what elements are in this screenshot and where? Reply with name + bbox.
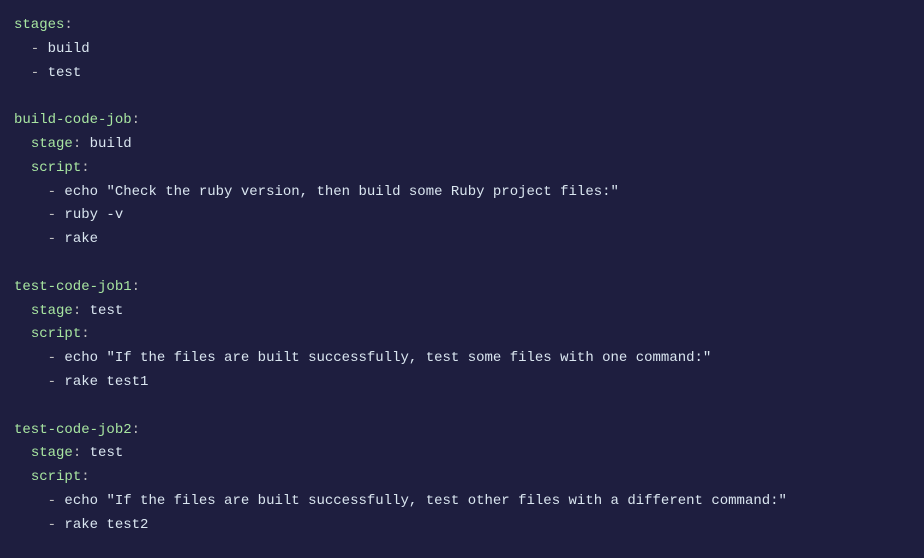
yaml-command: echo <box>64 493 106 509</box>
yaml-value: test <box>90 445 124 461</box>
yaml-colon: : <box>81 160 89 176</box>
yaml-indent <box>14 160 31 176</box>
yaml-value: build <box>48 41 90 57</box>
yaml-string: "If the files are built successfully, te… <box>106 493 787 509</box>
yaml-command: echo <box>64 350 106 366</box>
yaml-key: test-code-job1 <box>14 279 132 295</box>
yaml-string: "If the files are built successfully, te… <box>106 350 711 366</box>
yaml-key: script <box>31 469 81 485</box>
yaml-command: rake test1 <box>64 374 148 390</box>
yaml-list-dash: - <box>14 65 48 81</box>
yaml-key: script <box>31 326 81 342</box>
yaml-list-dash: - <box>14 493 64 509</box>
yaml-list-dash: - <box>14 207 64 223</box>
yaml-indent <box>14 136 31 152</box>
yaml-command: echo <box>64 184 106 200</box>
yaml-list-dash: - <box>14 350 64 366</box>
yaml-colon: : <box>73 445 90 461</box>
yaml-command: rake <box>64 231 98 247</box>
yaml-indent <box>14 326 31 342</box>
yaml-colon: : <box>73 136 90 152</box>
yaml-value: build <box>90 136 132 152</box>
yaml-list-dash: - <box>14 231 64 247</box>
yaml-string: "Check the ruby version, then build some… <box>106 184 618 200</box>
yaml-colon: : <box>132 112 140 128</box>
yaml-list-dash: - <box>14 517 64 533</box>
yaml-key: stages <box>14 17 64 33</box>
yaml-list-dash: - <box>14 184 64 200</box>
yaml-value: test <box>90 303 124 319</box>
yaml-list-dash: - <box>14 374 64 390</box>
yaml-command: rake test2 <box>64 517 148 533</box>
yaml-indent <box>14 445 31 461</box>
yaml-colon: : <box>81 469 89 485</box>
yaml-key: build-code-job <box>14 112 132 128</box>
yaml-colon: : <box>132 422 140 438</box>
yaml-list-dash: - <box>14 41 48 57</box>
yaml-colon: : <box>81 326 89 342</box>
yaml-value: test <box>48 65 82 81</box>
yaml-key: stage <box>31 303 73 319</box>
yaml-code-block: stages: - build - test build-code-job: s… <box>14 14 910 538</box>
yaml-colon: : <box>73 303 90 319</box>
yaml-key: stage <box>31 136 73 152</box>
yaml-indent <box>14 469 31 485</box>
yaml-colon: : <box>64 17 72 33</box>
yaml-command: ruby -v <box>64 207 123 223</box>
yaml-indent <box>14 303 31 319</box>
yaml-key: script <box>31 160 81 176</box>
yaml-key: test-code-job2 <box>14 422 132 438</box>
yaml-colon: : <box>132 279 140 295</box>
yaml-key: stage <box>31 445 73 461</box>
